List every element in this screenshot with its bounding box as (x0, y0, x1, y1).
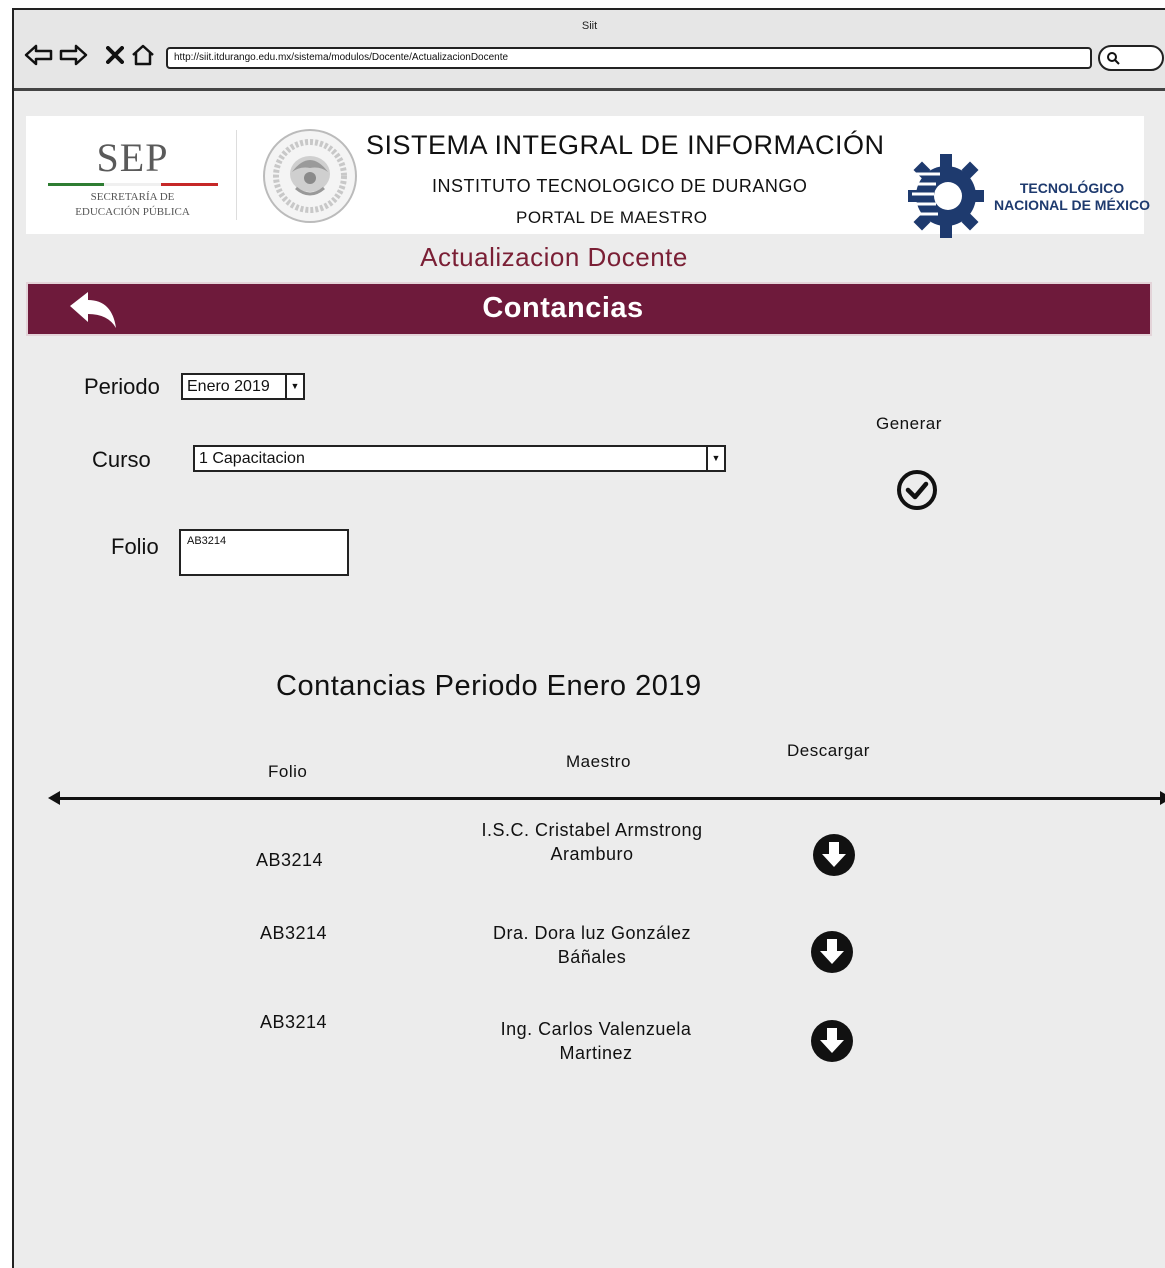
row1-maestro-line1: I.S.C. Cristabel Armstrong (481, 820, 703, 840)
section-title-bar: Contancias (26, 282, 1152, 336)
periodo-select[interactable]: Enero 2019 ▼ (181, 373, 305, 400)
sep-logo: SEP SECRETARÍA DE EDUCACIÓN PÚBLICA (40, 130, 225, 220)
sep-logo-stripe (47, 183, 218, 186)
browser-window: Siit http://siit.itdurango.edu.mx/sistem… (12, 8, 1165, 1268)
folio-input[interactable]: AB3214 (179, 529, 349, 576)
tecnm-line2: NACIONAL DE MÉXICO (993, 197, 1151, 213)
forward-icon[interactable] (58, 42, 88, 68)
row1-maestro-line2: Aramburo (550, 844, 634, 864)
row2-maestro-line2: Báñales (557, 947, 627, 967)
sep-logo-text: SEP (96, 135, 169, 180)
row2-maestro-line1: Dra. Dora luz González (492, 923, 692, 943)
check-circle-icon[interactable] (895, 468, 939, 517)
row3-maestro: Ing. Carlos Valenzuela Martinez (446, 1017, 746, 1065)
tecnm-line1: TECNOLÓGICO (1019, 180, 1125, 196)
search-box[interactable] (1098, 45, 1164, 71)
col-head-folio: Folio (268, 762, 308, 781)
curso-label: Curso (92, 447, 151, 472)
folio-label: Folio (111, 534, 159, 559)
browser-toolbar: Siit http://siit.itdurango.edu.mx/sistem… (14, 10, 1165, 91)
header-divider (236, 130, 237, 220)
row2-folio: AB3214 (260, 923, 328, 943)
home-icon[interactable] (128, 42, 158, 68)
generar-label: Generar (876, 414, 942, 433)
header-banner: SEP SECRETARÍA DE EDUCACIÓN PÚBLICA SIST… (26, 116, 1150, 238)
row3-maestro-line2: Martinez (559, 1043, 633, 1063)
chevron-down-icon: ▼ (285, 375, 303, 398)
header-divider-line (48, 791, 1165, 805)
close-icon[interactable] (100, 42, 130, 68)
system-title: SISTEMA INTEGRAL DE INFORMACIÓN (366, 130, 885, 160)
portal-name: PORTAL DE MAESTRO (516, 208, 708, 227)
col-head-descargar: Descargar (787, 741, 870, 760)
row3-folio: AB3214 (260, 1012, 328, 1032)
sep-subtitle-line2: EDUCACIÓN PÚBLICA (75, 206, 190, 218)
row1-folio: AB3214 (256, 850, 324, 870)
page-subtitle: Actualizacion Docente (420, 242, 688, 272)
curso-value: 1 Capacitacion (199, 450, 305, 467)
periodo-value: Enero 2019 (187, 378, 270, 395)
row1-maestro: I.S.C. Cristabel Armstrong Aramburo (442, 818, 742, 866)
institute-name: INSTITUTO TECNOLOGICO DE DURANGO (432, 176, 808, 196)
download-circle-icon[interactable] (810, 930, 854, 979)
periodo-label: Periodo (84, 374, 160, 399)
search-icon (1107, 52, 1120, 65)
download-circle-icon[interactable] (810, 1019, 854, 1068)
back-icon[interactable] (24, 42, 54, 68)
sep-subtitle-line1: SECRETARÍA DE (90, 191, 175, 203)
section-title: Contancias (482, 292, 644, 324)
tecnm-gear-icon (906, 134, 988, 259)
col-head-maestro: Maestro (566, 752, 631, 771)
chevron-down-icon: ▼ (706, 447, 724, 470)
window-title: Siit (581, 20, 598, 32)
national-seal-icon (262, 128, 358, 229)
row3-maestro-line1: Ing. Carlos Valenzuela (500, 1019, 692, 1039)
list-title: Contancias Periodo Enero 2019 (276, 670, 702, 702)
download-circle-icon[interactable] (812, 833, 856, 882)
curso-select[interactable]: 1 Capacitacion ▼ (193, 445, 726, 472)
url-bar[interactable]: http://siit.itdurango.edu.mx/sistema/mod… (166, 47, 1092, 69)
row2-maestro: Dra. Dora luz González Báñales (442, 921, 742, 969)
tecnm-name: TECNOLÓGICO NACIONAL DE MÉXICO (992, 180, 1152, 214)
